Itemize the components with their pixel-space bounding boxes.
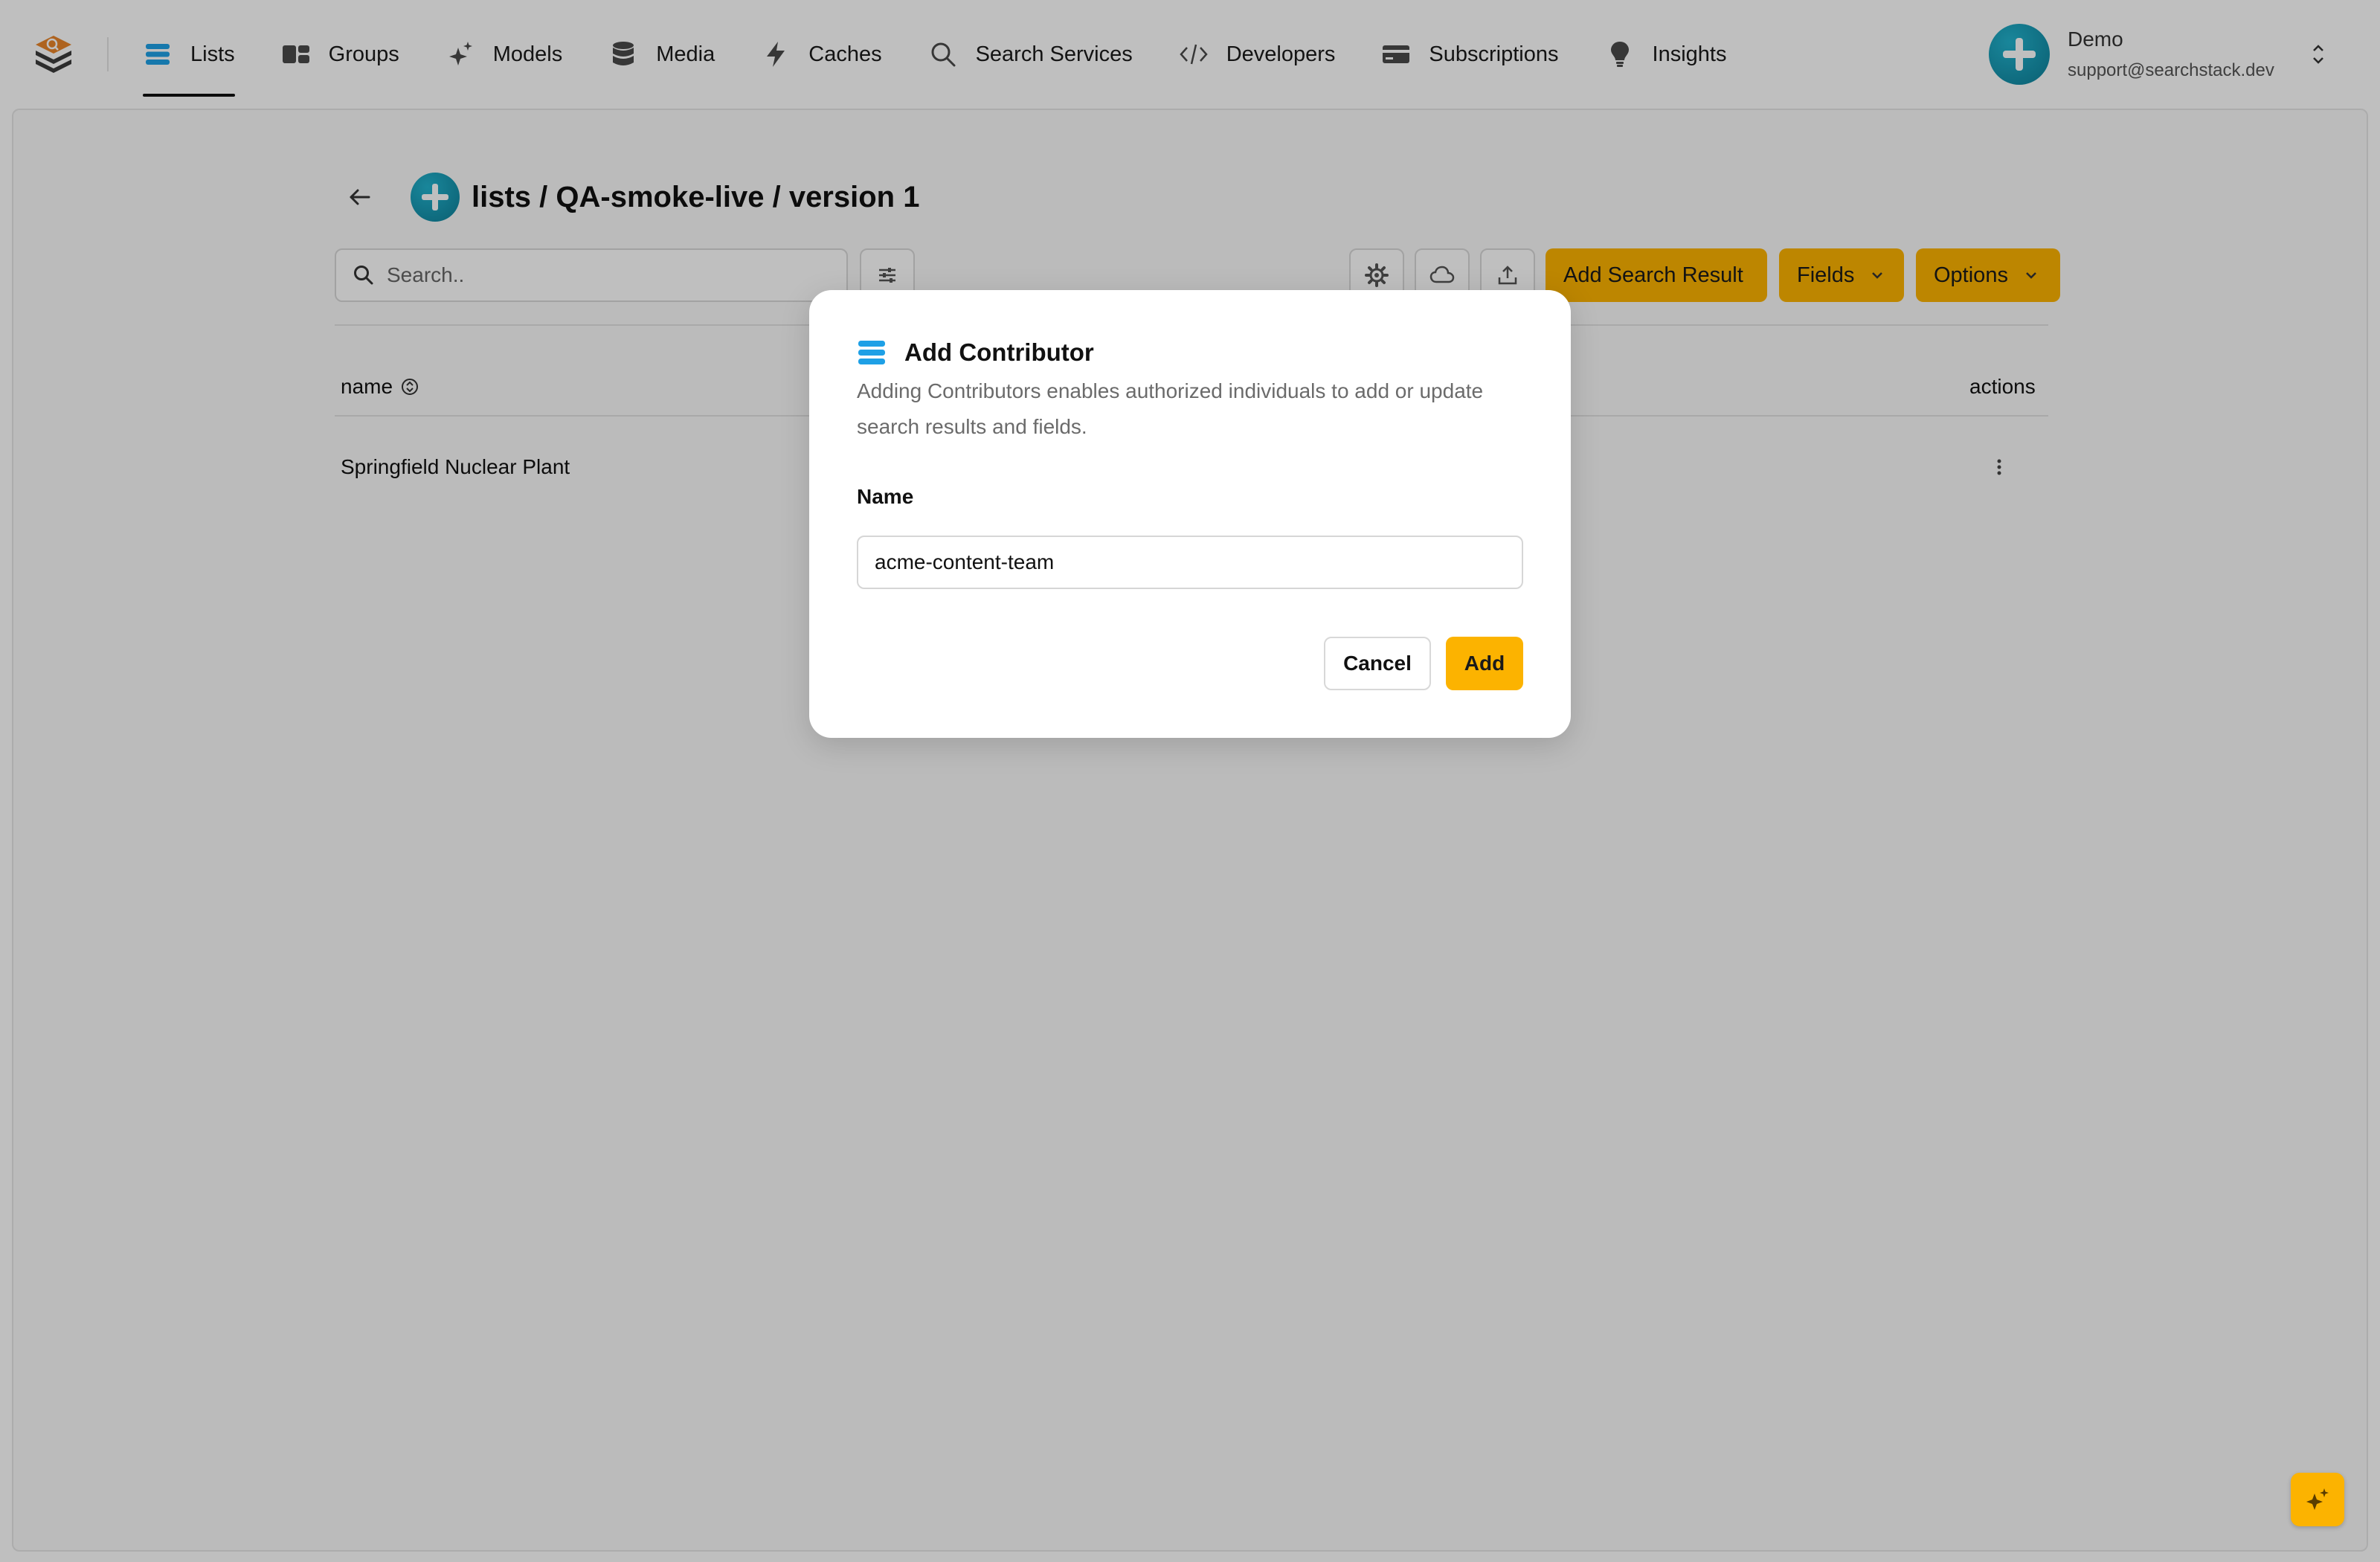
add-contributor-modal: Add Contributor Adding Contributors enab… [809, 290, 1571, 738]
add-button[interactable]: Add [1446, 637, 1523, 690]
sparkle-icon [2306, 1488, 2329, 1510]
modal-header: Add Contributor [857, 338, 1094, 367]
modal-description: Adding Contributors enables authorized i… [857, 379, 1484, 438]
modal-title: Add Contributor [904, 338, 1094, 366]
name-input[interactable] [857, 536, 1523, 589]
modal-backdrop[interactable] [0, 0, 2380, 1562]
assistant-button[interactable] [2291, 1473, 2344, 1526]
list-stack-icon [857, 338, 887, 367]
cancel-button[interactable]: Cancel [1324, 637, 1431, 690]
name-field-label: Name [857, 485, 914, 508]
